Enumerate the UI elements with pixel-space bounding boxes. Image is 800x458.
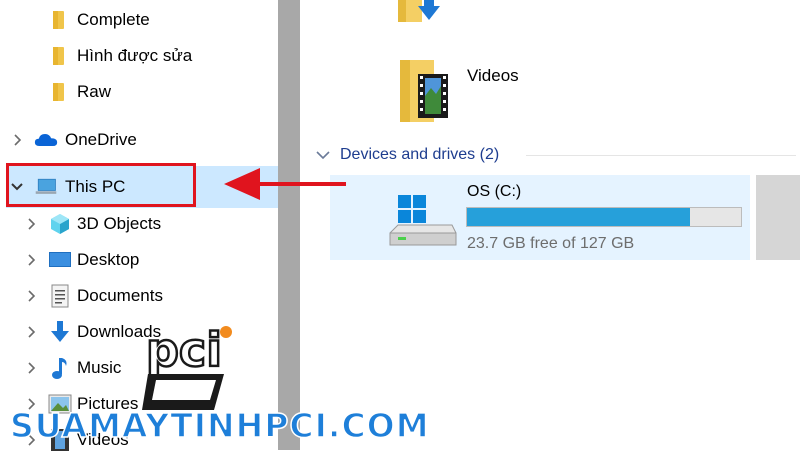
drive-usage-bar — [466, 207, 742, 227]
chevron-right-icon[interactable] — [24, 361, 38, 375]
sidebar-item-desktop[interactable]: Desktop — [0, 242, 278, 278]
sidebar-item-label: Documents — [77, 286, 163, 305]
folder-icon — [48, 8, 72, 32]
folder-label-videos[interactable]: Videos — [467, 66, 519, 86]
chevron-right-icon[interactable] — [24, 253, 38, 267]
sidebar-item-label: Hình được sửa — [77, 46, 193, 65]
desktop-icon — [48, 248, 72, 272]
pane-splitter[interactable] — [278, 0, 300, 450]
drive-usage-fill — [467, 208, 690, 226]
chevron-right-icon[interactable] — [10, 133, 24, 147]
sidebar-item-label: Complete — [77, 10, 150, 29]
sidebar-item-label: Music — [77, 358, 122, 377]
drive-free-space: 23.7 GB free of 127 GB — [467, 235, 635, 252]
sidebar-item-hinh-duoc-sua[interactable]: Hình được sửa — [0, 38, 278, 74]
sidebar-item-onedrive[interactable]: OneDrive — [0, 122, 278, 158]
content-pane: Videos Devices and drives (2) OS (C:) 23… — [300, 0, 800, 450]
chevron-right-icon[interactable] — [24, 289, 38, 303]
3d-objects-icon — [48, 212, 72, 236]
annotation-arrow — [220, 158, 350, 210]
sidebar-item-raw[interactable]: Raw — [0, 74, 278, 110]
downloads-folder-icon[interactable] — [396, 0, 452, 32]
onedrive-cloud-icon — [34, 128, 58, 152]
sidebar-item-complete[interactable]: Complete — [0, 2, 278, 38]
sidebar-item-documents[interactable]: Documents — [0, 278, 278, 314]
section-divider — [526, 155, 796, 156]
videos-folder-icon[interactable] — [398, 56, 454, 126]
chevron-right-icon[interactable] — [24, 217, 38, 231]
sidebar-item-3d-objects[interactable]: 3D Objects — [0, 206, 278, 242]
folder-icon — [48, 44, 72, 68]
logo-text: pci — [146, 323, 222, 377]
sidebar-item-label: OneDrive — [65, 130, 137, 149]
folder-icon — [48, 80, 72, 104]
chevron-right-icon[interactable] — [24, 325, 38, 339]
drive-tile-os-c[interactable]: OS (C:) 23.7 GB free of 127 GB — [330, 175, 750, 260]
section-title: Devices and drives (2) — [340, 146, 500, 163]
music-icon — [48, 356, 72, 380]
sidebar-item-label: Raw — [77, 82, 112, 101]
documents-icon — [48, 284, 72, 308]
drive-name: OS (C:) — [467, 183, 522, 200]
sidebar-item-label: 3D Objects — [77, 214, 162, 233]
this-pc-highlight-box — [6, 163, 196, 207]
pci-watermark-logo: pci — [140, 318, 240, 418]
sidebar-item-label: Desktop — [77, 250, 140, 269]
site-watermark-text: SUAMAYTINHPCI.COM — [9, 405, 430, 446]
downloads-icon — [48, 320, 72, 344]
drive-tile-second[interactable] — [756, 175, 800, 260]
windows-drive-icon — [388, 193, 458, 253]
